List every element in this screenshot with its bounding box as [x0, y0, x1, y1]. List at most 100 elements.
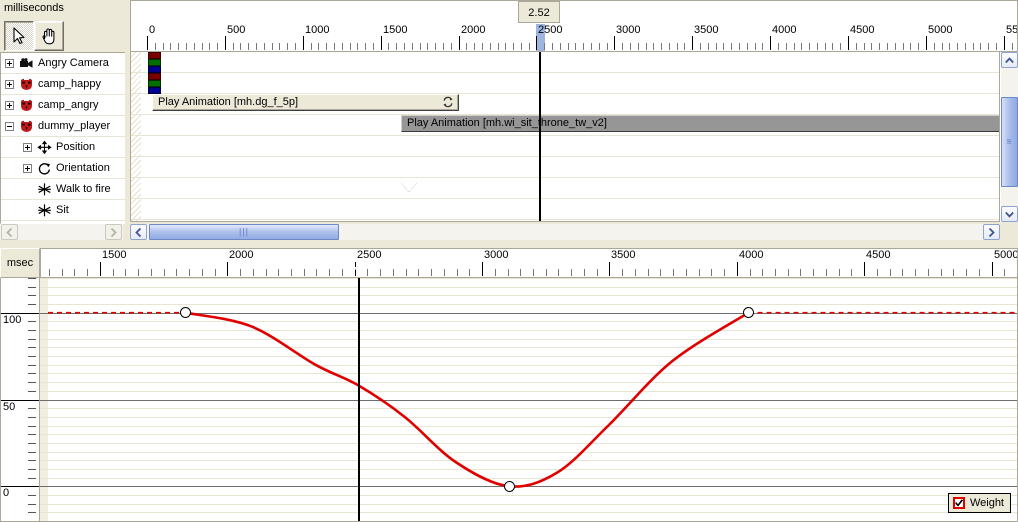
ruler-minor-tick	[163, 43, 164, 50]
tree-item-angry-camera[interactable]: Angry Camera	[1, 53, 126, 74]
curve-keyframe-handle[interactable]	[504, 481, 515, 492]
track-scroll-up-button[interactable]	[1001, 52, 1018, 68]
keyframe-block[interactable]	[148, 66, 161, 73]
timeline-ruler[interactable]: 0500100015002000250030003500400045005000…	[130, 24, 1018, 52]
axis-tick	[28, 330, 36, 331]
ruler-tick-label: 1500	[383, 24, 407, 36]
curve-graph[interactable]: Weight	[40, 278, 1018, 522]
tree-scroll-right-button[interactable]	[105, 224, 122, 240]
ruler-minor-tick	[786, 43, 787, 50]
weight-legend[interactable]: Weight	[948, 493, 1011, 513]
curve-line[interactable]	[186, 313, 749, 487]
graph-ruler-major-tick	[482, 262, 483, 276]
track-row[interactable]	[131, 199, 999, 220]
tree-item-sit[interactable]: Sit	[1, 200, 126, 221]
ruler-minor-tick	[326, 43, 327, 50]
track-row[interactable]	[131, 52, 999, 73]
keyframe-block[interactable]	[148, 73, 161, 80]
ruler-minor-tick	[396, 43, 397, 50]
track-area[interactable]: Play Animation [mh.dg_f_5p] Play Animatio…	[130, 52, 1000, 222]
tree-horizontal-scrollbar[interactable]	[0, 224, 123, 241]
ruler-minor-tick	[918, 43, 919, 50]
axis-tick	[28, 356, 36, 357]
timeline-clip[interactable]: Play Animation [mh.dg_f_5p]	[152, 94, 459, 111]
graph-playhead-caret-icon[interactable]	[354, 267, 366, 277]
ruler-minor-tick	[194, 43, 195, 50]
actor-mask-icon	[18, 77, 34, 91]
track-row[interactable]	[131, 157, 999, 178]
tree-item-camp-angry[interactable]: camp_angry	[1, 95, 126, 116]
graph-ruler-minor-tick	[164, 269, 165, 276]
tree-expander-plus-icon[interactable]	[23, 164, 32, 173]
ruler-minor-tick	[552, 43, 553, 50]
graph-ruler-minor-tick	[520, 269, 521, 276]
graph-ruler-minor-tick	[800, 269, 801, 276]
keyframe-block[interactable]	[148, 80, 161, 87]
tree-item-dummy-player[interactable]: dummy_player	[1, 116, 126, 137]
tree-expander-plus-icon[interactable]	[23, 143, 32, 152]
tree-item-label: Orientation	[56, 162, 110, 174]
weight-checkbox[interactable]	[953, 497, 965, 509]
ruler-minor-tick	[186, 43, 187, 50]
graph-value-axis: 100500	[0, 278, 40, 522]
axis-tick	[28, 382, 36, 383]
track-row[interactable]	[131, 136, 999, 157]
tree-expander-plus-icon[interactable]	[5, 101, 14, 110]
keyframe-block[interactable]	[148, 52, 161, 59]
track-scroll-right-button[interactable]	[983, 224, 1000, 240]
tree-expander-minus-icon[interactable]	[5, 122, 14, 131]
tree-item-camp-happy[interactable]: camp_happy	[1, 74, 126, 95]
ruler-tick-label: 2500	[538, 24, 562, 36]
ruler-minor-tick	[716, 43, 717, 50]
track-horizontal-scroll-thumb[interactable]: |||	[149, 224, 339, 240]
object-tree-panel[interactable]: Angry Cameracamp_happycamp_angrydummy_pl…	[0, 52, 127, 224]
graph-ruler-minor-tick	[342, 269, 343, 276]
orientation-keys[interactable]	[148, 73, 161, 94]
graph-playhead-line[interactable]	[358, 278, 360, 521]
tree-item-walk-to-fire[interactable]: Walk to fire	[1, 179, 126, 200]
position-keys[interactable]	[148, 52, 161, 73]
keyframe-block[interactable]	[148, 87, 161, 94]
graph-ruler-minor-tick	[240, 269, 241, 276]
graph-ruler-label: 4000	[739, 249, 763, 261]
current-time-readout[interactable]: 2.52	[518, 1, 560, 23]
graph-ruler-minor-tick	[648, 269, 649, 276]
graph-axis-corner-label: msec	[0, 248, 40, 278]
keyframe-block[interactable]	[148, 59, 161, 66]
track-vertical-scroll-thumb[interactable]: ≡	[1001, 97, 1018, 187]
tree-scroll-left-button[interactable]	[1, 224, 18, 240]
graph-ruler-minor-tick	[673, 269, 674, 276]
axis-value-label: 50	[3, 401, 15, 413]
track-horizontal-scrollbar[interactable]: |||	[130, 224, 1000, 241]
track-row[interactable]	[131, 178, 999, 199]
loop-icon[interactable]	[442, 96, 454, 108]
ruler-minor-tick	[568, 43, 569, 50]
dragged-clip[interactable]: Play Animation [mh.wi_sit_throne_tw_v2]	[401, 115, 1000, 132]
playhead-line[interactable]	[539, 52, 541, 221]
ruler-minor-tick	[638, 43, 639, 50]
pan-tool-button[interactable]	[34, 21, 64, 51]
select-tool-button[interactable]	[4, 21, 34, 51]
ruler-minor-tick	[840, 43, 841, 50]
ruler-minor-tick	[521, 43, 522, 50]
ruler-minor-tick	[256, 43, 257, 50]
track-row[interactable]	[131, 220, 999, 222]
tree-item-orientation[interactable]: Orientation	[1, 158, 126, 179]
timeline-ruler-area: 2.52 05001000150020002500300035004000450…	[130, 0, 1018, 52]
graph-ruler-minor-tick	[979, 269, 980, 276]
actor-mask-icon	[19, 78, 34, 91]
tree-item-position[interactable]: Position	[1, 137, 126, 158]
track-scroll-left-button[interactable]	[130, 224, 147, 240]
tree-expander-plus-icon[interactable]	[5, 59, 14, 68]
section-divider	[0, 240, 1018, 248]
track-scroll-down-button[interactable]	[1001, 206, 1018, 222]
ruler-minor-tick	[350, 43, 351, 50]
tree-expander-plus-icon[interactable]	[5, 80, 14, 89]
graph-ruler-major-tick	[737, 262, 738, 276]
time-readout-bar[interactable]: 2.52	[130, 0, 1018, 24]
track-row[interactable]	[131, 73, 999, 94]
hand-icon	[35, 22, 63, 50]
ruler-minor-tick	[560, 43, 561, 50]
graph-time-ruler[interactable]: 15002000250030003500400045005000	[40, 248, 1018, 278]
track-vertical-scrollbar[interactable]: ≡	[1000, 52, 1018, 222]
